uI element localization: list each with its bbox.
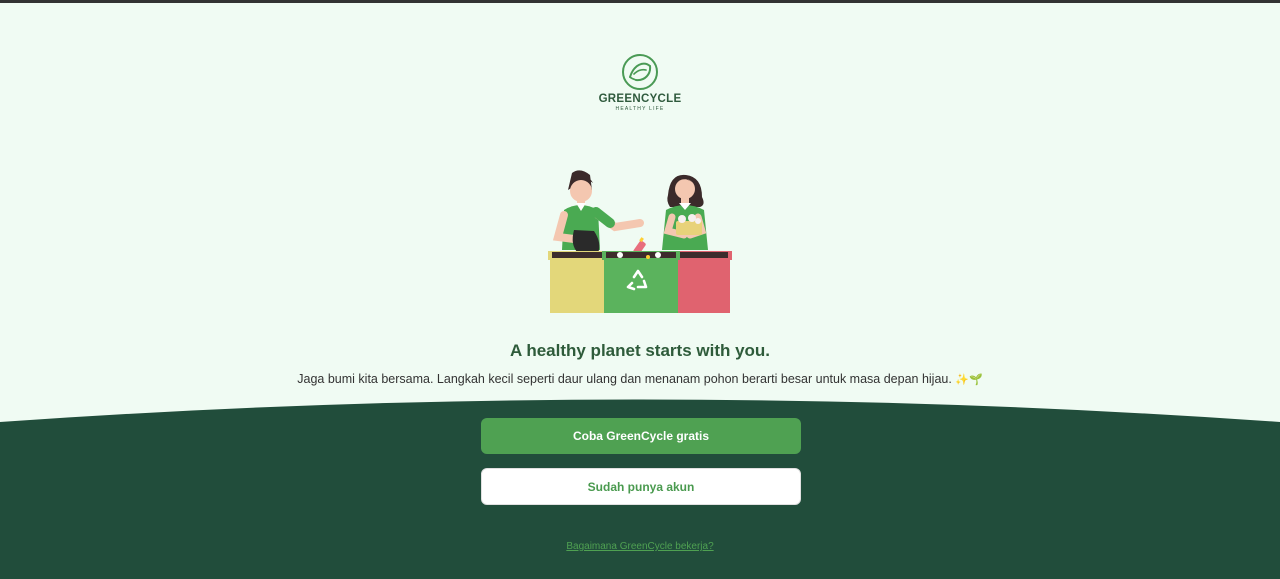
subtitle-text: Jaga bumi kita bersama. Langkah kecil se… <box>297 372 952 386</box>
brand-tagline: HEALTHY LIFE <box>615 106 665 112</box>
page-subtitle: Jaga bumi kita bersama. Langkah kecil se… <box>0 372 1280 386</box>
login-button[interactable]: Sudah punya akun <box>481 468 801 505</box>
recycling-people-illustration <box>548 170 732 313</box>
subtitle-emojis: ✨🌱 <box>955 374 983 386</box>
page-title: A healthy planet starts with you. <box>509 341 771 360</box>
leaf-cycle-icon <box>622 54 658 90</box>
brand-logo: GREENCYCLE HEALTHY LIFE <box>590 52 690 114</box>
brand-name: GREENCYCLE <box>598 93 682 105</box>
top-strip <box>0 0 1280 3</box>
how-it-works-link[interactable]: Bagaimana GreenCycle bekerja? <box>0 541 1280 552</box>
try-free-button[interactable]: Coba GreenCycle gratis <box>481 418 801 454</box>
